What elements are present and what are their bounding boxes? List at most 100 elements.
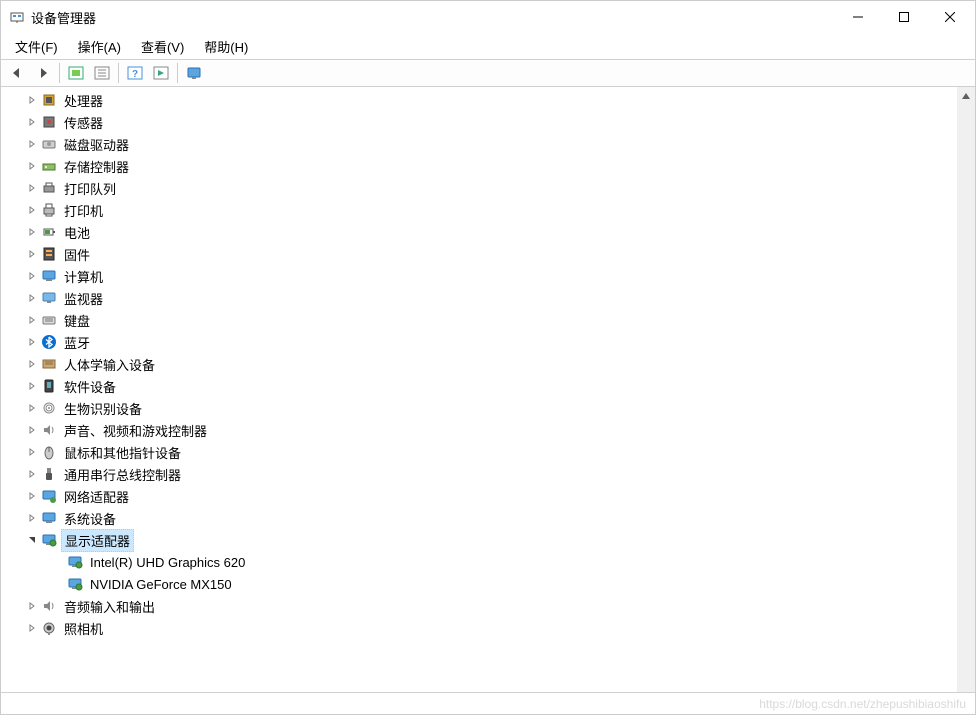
tree-node[interactable]: 鼠标和其他指针设备 bbox=[25, 441, 957, 463]
expand-icon[interactable] bbox=[25, 335, 39, 349]
tree-node[interactable]: 系统设备 bbox=[25, 507, 957, 529]
tree-node-label: 人体学输入设备 bbox=[61, 354, 158, 375]
expand-icon[interactable] bbox=[25, 137, 39, 151]
sensor-icon bbox=[41, 114, 57, 130]
expand-icon[interactable] bbox=[25, 467, 39, 481]
tree-node[interactable]: 声音、视频和游戏控制器 bbox=[25, 419, 957, 441]
tree-node[interactable]: 软件设备 bbox=[25, 375, 957, 397]
expand-icon[interactable] bbox=[25, 423, 39, 437]
display-icon bbox=[41, 532, 57, 548]
tree-node-label: 生物识别设备 bbox=[61, 398, 145, 419]
printer-icon bbox=[41, 202, 57, 218]
network-icon bbox=[41, 488, 57, 504]
tree-node-label: 声音、视频和游戏控制器 bbox=[61, 420, 210, 441]
hid-icon bbox=[41, 356, 57, 372]
tree-node[interactable]: 通用串行总线控制器 bbox=[25, 463, 957, 485]
tree-node[interactable]: 网络适配器 bbox=[25, 485, 957, 507]
expand-icon[interactable] bbox=[25, 401, 39, 415]
tree-node-label: 传感器 bbox=[61, 112, 106, 133]
expand-icon[interactable] bbox=[25, 203, 39, 217]
expand-icon[interactable] bbox=[25, 379, 39, 393]
tree-node[interactable]: NVIDIA GeForce MX150 bbox=[49, 573, 957, 595]
tree-node[interactable]: 人体学输入设备 bbox=[25, 353, 957, 375]
menubar: 文件(F) 操作(A) 查看(V) 帮助(H) bbox=[1, 33, 975, 59]
tree-node[interactable]: Intel(R) UHD Graphics 620 bbox=[49, 551, 957, 573]
collapse-icon[interactable] bbox=[25, 533, 39, 547]
expand-icon[interactable] bbox=[25, 489, 39, 503]
usb-icon bbox=[41, 466, 57, 482]
tree-node-label: 蓝牙 bbox=[61, 332, 93, 353]
tree-node[interactable]: 存储控制器 bbox=[25, 155, 957, 177]
expand-icon[interactable] bbox=[25, 357, 39, 371]
expand-icon[interactable] bbox=[25, 225, 39, 239]
mouse-icon bbox=[41, 444, 57, 460]
tree-node[interactable]: 蓝牙 bbox=[25, 331, 957, 353]
expand-icon[interactable] bbox=[25, 445, 39, 459]
bluetooth-icon bbox=[41, 334, 57, 350]
toolbar-separator bbox=[177, 63, 178, 83]
tree-node-label: 打印机 bbox=[61, 200, 106, 221]
tree-node[interactable]: 计算机 bbox=[25, 265, 957, 287]
display-card-icon bbox=[67, 576, 83, 592]
sound-icon bbox=[41, 422, 57, 438]
tree-node[interactable]: 生物识别设备 bbox=[25, 397, 957, 419]
expand-icon[interactable] bbox=[25, 247, 39, 261]
svg-text:?: ? bbox=[132, 69, 138, 80]
expand-icon[interactable] bbox=[25, 621, 39, 635]
tree-node-label: 系统设备 bbox=[61, 508, 119, 529]
expand-icon[interactable] bbox=[25, 291, 39, 305]
tree-node[interactable]: 传感器 bbox=[25, 111, 957, 133]
app-icon bbox=[9, 9, 25, 25]
expand-icon[interactable] bbox=[25, 181, 39, 195]
expand-icon[interactable] bbox=[25, 511, 39, 525]
maximize-button[interactable] bbox=[881, 2, 927, 32]
menu-action[interactable]: 操作(A) bbox=[68, 34, 131, 59]
tree-node-label: 磁盘驱动器 bbox=[61, 134, 132, 155]
tree-node[interactable]: 电池 bbox=[25, 221, 957, 243]
tree-node[interactable]: 固件 bbox=[25, 243, 957, 265]
tree-node[interactable]: 监视器 bbox=[25, 287, 957, 309]
tree-node[interactable]: 打印机 bbox=[25, 199, 957, 221]
expand-icon[interactable] bbox=[25, 159, 39, 173]
tree-node-label: 计算机 bbox=[61, 266, 106, 287]
monitor-icon bbox=[41, 290, 57, 306]
tree-node-label: 监视器 bbox=[61, 288, 106, 309]
properties-button[interactable] bbox=[182, 62, 206, 84]
back-button[interactable] bbox=[5, 62, 29, 84]
forward-button[interactable] bbox=[31, 62, 55, 84]
tree-node[interactable]: 显示适配器 bbox=[25, 529, 957, 551]
tree-node[interactable]: 打印队列 bbox=[25, 177, 957, 199]
tree-node-label: 照相机 bbox=[61, 618, 106, 639]
device-tree[interactable]: 处理器传感器磁盘驱动器存储控制器打印队列打印机电池固件计算机监视器键盘蓝牙人体学… bbox=[1, 87, 957, 692]
expand-icon[interactable] bbox=[51, 555, 65, 569]
scan-button[interactable] bbox=[90, 62, 114, 84]
toolbar-separator bbox=[118, 63, 119, 83]
display-card-icon bbox=[67, 554, 83, 570]
expand-icon[interactable] bbox=[25, 93, 39, 107]
expand-icon[interactable] bbox=[25, 313, 39, 327]
expand-icon[interactable] bbox=[51, 577, 65, 591]
scroll-up-arrow[interactable] bbox=[957, 87, 975, 105]
close-button[interactable] bbox=[927, 2, 973, 32]
minimize-button[interactable] bbox=[835, 2, 881, 32]
action-button[interactable] bbox=[149, 62, 173, 84]
help-button[interactable]: ? bbox=[123, 62, 147, 84]
menu-help[interactable]: 帮助(H) bbox=[194, 34, 258, 59]
tree-node[interactable]: 键盘 bbox=[25, 309, 957, 331]
tree-node[interactable]: 照相机 bbox=[25, 617, 957, 639]
expand-icon[interactable] bbox=[25, 599, 39, 613]
expand-icon[interactable] bbox=[25, 115, 39, 129]
tree-node[interactable]: 处理器 bbox=[25, 89, 957, 111]
device-manager-window: 设备管理器 文件(F) 操作(A) 查看(V) 帮助(H) ? 处理器传感器磁盘… bbox=[0, 0, 976, 715]
tree-children: Intel(R) UHD Graphics 620NVIDIA GeForce … bbox=[25, 551, 957, 595]
window-title: 设备管理器 bbox=[31, 8, 835, 27]
vertical-scrollbar[interactable] bbox=[957, 87, 975, 692]
camera-icon bbox=[41, 620, 57, 636]
tree-node[interactable]: 音频输入和输出 bbox=[25, 595, 957, 617]
tree-node[interactable]: 磁盘驱动器 bbox=[25, 133, 957, 155]
expand-icon[interactable] bbox=[25, 269, 39, 283]
menu-view[interactable]: 查看(V) bbox=[131, 34, 194, 59]
toolbar-separator bbox=[59, 63, 60, 83]
show-hidden-button[interactable] bbox=[64, 62, 88, 84]
menu-file[interactable]: 文件(F) bbox=[5, 34, 68, 59]
